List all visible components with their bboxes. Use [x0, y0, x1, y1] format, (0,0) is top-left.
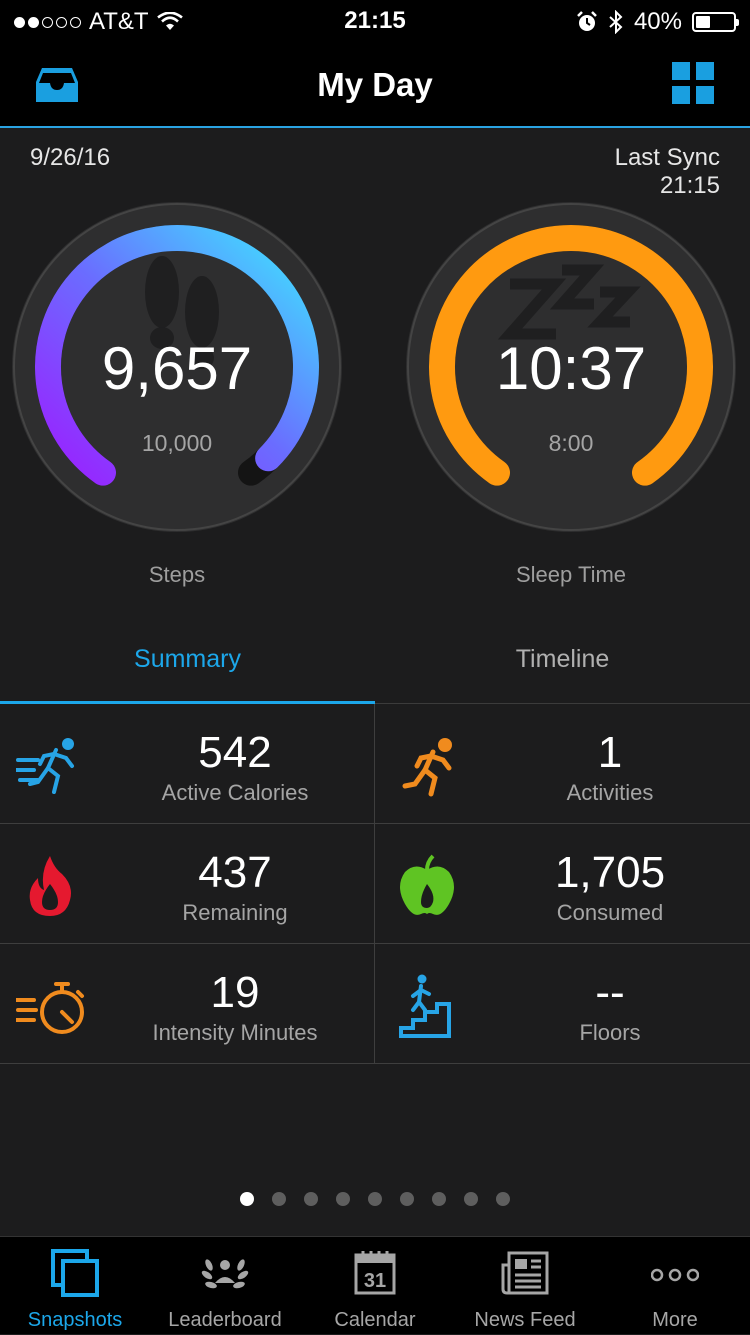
tab-calendar-label: Calendar — [334, 1309, 416, 1331]
page-dot[interactable] — [432, 1192, 446, 1206]
active-calories-value: 542 — [198, 728, 272, 777]
segment-tabs: Summary Timeline — [0, 622, 750, 704]
sleep-value: 10:37 — [495, 335, 647, 402]
stat-activities[interactable]: 1 Activities — [375, 704, 750, 824]
apple-icon — [400, 854, 454, 915]
steps-value: 9,657 — [101, 335, 253, 402]
steps-ring[interactable]: 9,657 10,000 — [10, 200, 344, 534]
page-dot[interactable] — [240, 1192, 254, 1206]
tab-more-label: More — [652, 1309, 698, 1331]
floors-label: Floors — [579, 1020, 641, 1045]
page-dot[interactable] — [304, 1192, 318, 1206]
battery-percent: 40% — [633, 8, 682, 35]
tab-timeline[interactable]: Timeline — [375, 622, 750, 704]
floors-value: -- — [595, 968, 625, 1017]
tab-calendar[interactable]: 31 Calendar — [300, 1237, 450, 1335]
laurel-trophy-icon — [201, 1259, 249, 1289]
tab-snapshots[interactable]: Snapshots — [0, 1237, 150, 1335]
sleep-goal: 8:00 — [548, 430, 594, 456]
nav-bar: My Day — [0, 40, 750, 128]
stat-intensity-minutes[interactable]: 19 Intensity Minutes — [0, 944, 375, 1064]
stopwatch-icon — [16, 982, 84, 1034]
tab-news-feed[interactable]: News Feed — [450, 1237, 600, 1335]
consumed-value: 1,705 — [554, 848, 666, 897]
stairs-icon — [399, 974, 451, 1038]
tab-summary[interactable]: Summary — [0, 622, 375, 704]
intensity-label: Intensity Minutes — [152, 1020, 318, 1045]
tab-leaderboard[interactable]: Leaderboard — [150, 1237, 300, 1335]
steps-label: Steps — [148, 562, 206, 587]
activities-label: Activities — [566, 780, 654, 805]
alarm-icon — [577, 11, 597, 31]
status-bar: AT&T 21:15 40% — [0, 0, 750, 40]
intensity-value: 19 — [210, 968, 260, 1017]
page-dot[interactable] — [464, 1192, 478, 1206]
stat-consumed[interactable]: 1,705 Consumed — [375, 824, 750, 944]
active-calories-label: Active Calories — [161, 780, 309, 805]
stat-floors[interactable]: -- Floors — [375, 944, 750, 1064]
flame-icon — [29, 856, 71, 916]
tab-news-feed-label: News Feed — [474, 1309, 576, 1331]
page-title: My Day — [317, 66, 433, 103]
tab-more[interactable]: More — [600, 1237, 750, 1335]
last-sync: Last Sync 21:15 — [615, 144, 720, 200]
tab-snapshots-label: Snapshots — [27, 1309, 123, 1331]
remaining-value: 437 — [198, 848, 272, 897]
sleep-label: Sleep Time — [515, 562, 627, 587]
sleep-ring[interactable]: 10:37 8:00 — [404, 200, 738, 534]
snapshots-icon — [51, 1249, 99, 1297]
page-dot[interactable] — [400, 1192, 414, 1206]
page-dot[interactable] — [272, 1192, 286, 1206]
stat-active-calories[interactable]: 542 Active Calories — [0, 704, 375, 824]
page-dot[interactable] — [496, 1192, 510, 1206]
date-label: 9/26/16 — [30, 144, 111, 171]
page-dot[interactable] — [336, 1192, 350, 1206]
newspaper-icon — [501, 1251, 549, 1295]
last-sync-label: Last Sync — [614, 144, 720, 171]
running-fast-icon — [16, 738, 74, 794]
bluetooth-icon — [609, 10, 623, 34]
activities-value: 1 — [597, 728, 623, 777]
tab-leaderboard-label: Leaderboard — [168, 1309, 282, 1331]
consumed-label: Consumed — [556, 900, 664, 925]
battery-icon — [692, 12, 739, 32]
page-dot[interactable] — [368, 1192, 382, 1206]
calendar-day: 31 — [364, 1270, 386, 1292]
stat-remaining[interactable]: 437 Remaining — [0, 824, 375, 944]
running-icon — [402, 738, 452, 797]
grid-icon[interactable] — [672, 62, 714, 104]
last-sync-time: 21:15 — [659, 172, 720, 199]
calendar-icon: 31 — [354, 1251, 396, 1295]
steps-goal: 10,000 — [141, 430, 213, 456]
bottom-tab-bar: Snapshots Leaderboard 31 Calendar News F… — [0, 1236, 750, 1334]
remaining-label: Remaining — [182, 900, 288, 925]
page-indicator[interactable] — [0, 1192, 750, 1206]
more-dots-icon — [651, 1268, 699, 1282]
